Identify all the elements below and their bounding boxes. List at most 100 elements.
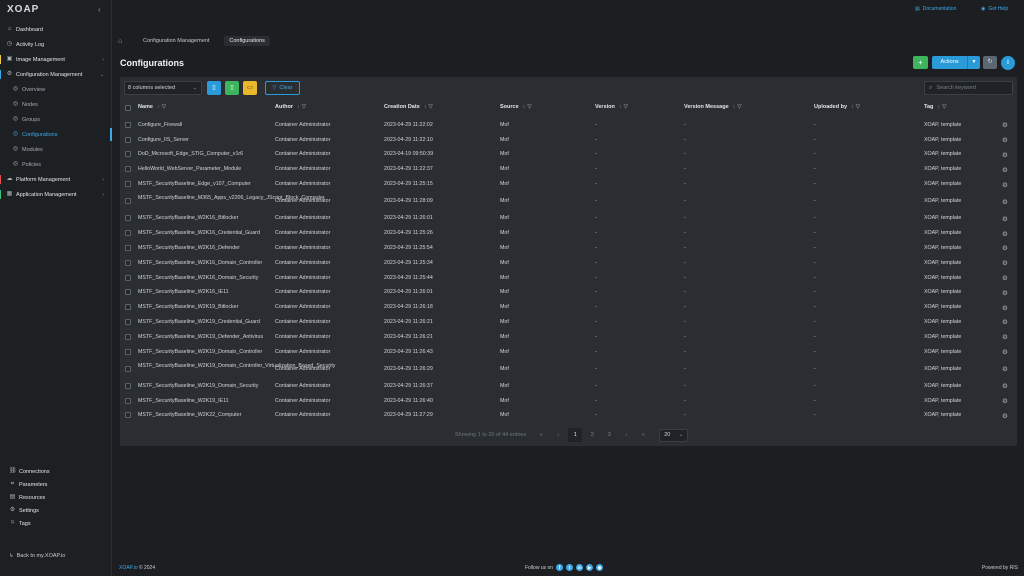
row-settings-gear-icon[interactable]: ⚙ [1002,181,1008,189]
sidebar-item-tags[interactable]: ⌑ Tags [0,517,112,530]
row-settings-gear-icon[interactable]: ⚙ [1002,304,1008,312]
table-row[interactable]: MSTF_SecurityBaseline_W2K16_Domain_Secur… [120,271,1017,286]
row-checkbox[interactable] [125,181,131,188]
table-row[interactable]: MSTF_SecurityBaseline_W2K16_Credential_G… [120,226,1017,241]
sort-filter-icon[interactable]: ↕▽ [851,104,862,110]
table-row[interactable]: MSTF_SecurityBaseline_W2K19_Domain_Contr… [120,345,1017,360]
back-to-xoap-link[interactable]: ↳ Back to my.XOAP.io [9,553,65,559]
cell-name[interactable]: MSTF_SecurityBaseline_W2K19_IE11 [138,398,266,405]
sidebar-item-application-management[interactable]: ▦ Application Management › [0,187,112,202]
sidebar-item-activity-log[interactable]: ◷ Activity Log [0,37,112,52]
cell-name[interactable]: MSTF_SecurityBaseline_W2K16_Credential_G… [138,230,266,237]
row-settings-gear-icon[interactable]: ⚙ [1002,215,1008,223]
clear-filters-button[interactable]: ▽ Clear [265,81,300,95]
search-input[interactable] [936,85,1007,91]
cell-name[interactable]: MSTF_SecurityBaseline_W2K19_Defender_Ant… [138,334,266,341]
row-settings-gear-icon[interactable]: ⚙ [1002,274,1008,282]
get-help-link[interactable]: ◉ Get Help [981,6,1008,12]
row-settings-gear-icon[interactable]: ⚙ [1002,198,1008,206]
documentation-link[interactable]: ▤ Documentation [915,6,956,12]
row-checkbox[interactable] [125,304,131,311]
cell-name[interactable]: DoD_Microsoft_Edge_STIG_Computer_v1r6 [138,151,266,158]
info-button[interactable]: i [1001,56,1015,70]
sort-filter-icon[interactable]: ↕▽ [157,104,168,110]
sidebar-item-overview[interactable]: ◎ Overview [0,82,112,97]
cell-name[interactable]: MSTF_SecurityBaseline_W2K16_Domain_Secur… [138,275,266,282]
table-row[interactable]: MSTF_SecurityBaseline_W2K19_IE11 Containe… [120,394,1017,409]
row-checkbox[interactable] [125,382,131,389]
column-header-version[interactable]: Version ↕▽ [595,104,630,110]
cell-name[interactable]: HelloWorld_WebServer_Parameter_Module [138,166,266,173]
cell-name[interactable]: MSTF_SecurityBaseline_W2K22_Computer [138,412,266,419]
page-button[interactable]: 2 [585,428,599,442]
row-checkbox[interactable] [125,318,131,325]
cell-name[interactable]: Configure_IIS_Server [138,137,266,144]
row-settings-gear-icon[interactable]: ⚙ [1002,318,1008,326]
row-settings-gear-icon[interactable]: ⚙ [1002,382,1008,390]
sidebar-item-platform-management[interactable]: ☁ Platform Management › [0,172,112,187]
home-icon[interactable]: ⌂ [118,38,128,45]
table-row[interactable]: MSTF_SecurityBaseline_W2K16_Domain_Contr… [120,256,1017,271]
actions-dropdown[interactable]: Actions ▼ [932,56,980,69]
sidebar-item-modules[interactable]: ◎ Modules [0,142,112,157]
row-settings-gear-icon[interactable]: ⚙ [1002,230,1008,238]
sidebar-item-nodes[interactable]: ◎ Nodes [0,97,112,112]
export-csv-icon[interactable]: ▯ [207,81,221,95]
table-row[interactable]: MSTF_SecurityBaseline_W2K19_Bitlocker Con… [120,300,1017,315]
cell-name[interactable]: MSTF_SecurityBaseline_M365_Apps_v2206_Le… [138,195,325,202]
sidebar-item-parameters[interactable]: ⌗ Parameters [0,478,112,491]
sidebar-item-configuration-management[interactable]: ⚙ Configuration Management ⌄ [0,67,112,82]
row-checkbox[interactable] [125,412,131,419]
sidebar-item-groups[interactable]: ◎ Groups [0,112,112,127]
cell-name[interactable]: MSTF_SecurityBaseline_W2K19_Bitlocker [138,304,266,311]
sort-filter-icon[interactable]: ↕▽ [297,104,308,110]
table-row[interactable]: HelloWorld_WebServer_Parameter_Module Con… [120,162,1017,177]
table-row[interactable]: MSTF_SecurityBaseline_M365_Apps_v2206_Le… [120,192,1017,212]
table-row[interactable]: MSTF_SecurityBaseline_W2K16_Bitlocker Con… [120,212,1017,227]
add-button[interactable]: + [913,56,928,69]
cell-name[interactable]: MSTF_SecurityBaseline_W2K16_Bitlocker [138,215,266,222]
row-settings-gear-icon[interactable]: ⚙ [1002,136,1008,144]
cell-name[interactable]: MSTF_SecurityBaseline_W2K19_Credential_G… [138,319,266,326]
row-settings-gear-icon[interactable]: ⚙ [1002,151,1008,159]
row-checkbox[interactable] [125,333,131,340]
page-button[interactable]: 1 [568,428,583,442]
page-size-select[interactable]: 20 ⌄ [659,428,689,442]
row-settings-gear-icon[interactable]: ⚙ [1002,289,1008,297]
table-row[interactable]: MSTF_SecurityBaseline_W2K19_Defender_Ant… [120,330,1017,345]
table-row[interactable]: MSTF_SecurityBaseline_W2K19_Domain_Secur… [120,379,1017,394]
first-page-icon[interactable]: « [534,428,548,442]
column-header-version-message[interactable]: Version Message ↕▽ [684,104,744,110]
row-settings-gear-icon[interactable]: ⚙ [1002,365,1008,373]
cell-name[interactable]: Configure_Firewall [138,122,266,129]
table-row[interactable]: MSTF_SecurityBaseline_W2K22_Computer Cont… [120,409,1017,424]
sidebar-item-resources[interactable]: ▤ Resources [0,491,112,504]
table-row[interactable]: Configure_IIS_Server Container Administra… [120,133,1017,148]
refresh-button[interactable]: ↻ [983,56,997,69]
row-settings-gear-icon[interactable]: ⚙ [1002,121,1008,129]
row-settings-gear-icon[interactable]: ⚙ [1002,412,1008,420]
cell-name[interactable]: MSTF_SecurityBaseline_Edge_v107_Computer [138,181,266,188]
row-checkbox[interactable] [125,348,131,355]
cell-name[interactable]: MSTF_SecurityBaseline_W2K19_Domain_Contr… [138,349,266,356]
row-settings-gear-icon[interactable]: ⚙ [1002,259,1008,267]
previous-page-icon[interactable]: ‹ [551,428,565,442]
breadcrumb-item[interactable]: Configuration Management [138,36,214,46]
row-checkbox[interactable] [125,121,131,128]
next-page-icon[interactable]: › [619,428,633,442]
sort-filter-icon[interactable]: ↕▽ [937,104,948,110]
logo[interactable]: XOAP [7,4,39,15]
row-settings-gear-icon[interactable]: ⚙ [1002,166,1008,174]
row-checkbox[interactable] [125,136,131,143]
row-settings-gear-icon[interactable]: ⚙ [1002,348,1008,356]
sidebar-item-image-management[interactable]: ▣ Image Management › [0,52,112,67]
row-settings-gear-icon[interactable]: ⚙ [1002,244,1008,252]
facebook-icon[interactable]: f [556,564,564,571]
chevron-down-icon[interactable]: ▼ [968,56,980,69]
github-icon[interactable]: ◉ [596,564,604,571]
cell-name[interactable]: MSTF_SecurityBaseline_W2K16_Domain_Contr… [138,260,266,267]
column-select[interactable]: 8 columns selected ⌄ [124,81,202,95]
cell-name[interactable]: MSTF_SecurityBaseline_W2K19_Domain_Secur… [138,383,266,390]
sort-filter-icon[interactable]: ↕▽ [523,104,534,110]
folder-icon[interactable]: ▭ [243,81,257,95]
